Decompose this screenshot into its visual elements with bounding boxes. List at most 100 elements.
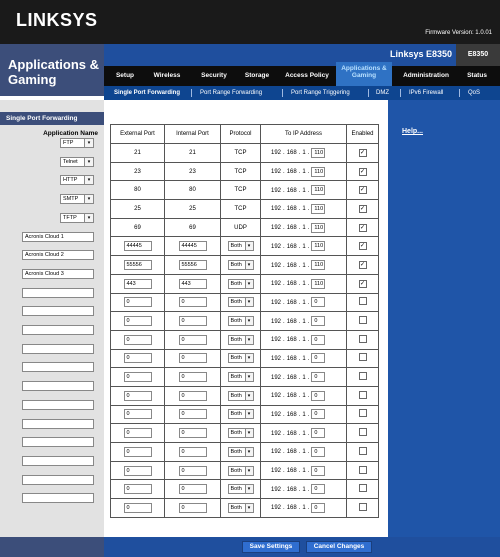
external-port-input[interactable]: 0 bbox=[123, 316, 152, 327]
internal-port-input[interactable]: 0 bbox=[178, 409, 207, 420]
ip-last-octet-input[interactable]: 0 bbox=[311, 390, 326, 401]
enabled-checkbox[interactable] bbox=[358, 167, 367, 176]
protocol-select[interactable]: Both ▾ bbox=[227, 334, 254, 345]
subtab-port-range-triggering[interactable]: Port Range Triggering bbox=[291, 86, 350, 100]
subtab-single-port-forwarding[interactable]: Single Port Forwarding bbox=[114, 86, 180, 100]
ip-last-octet-input[interactable]: 110 bbox=[311, 278, 326, 289]
enabled-checkbox[interactable] bbox=[358, 242, 367, 251]
internal-port-input[interactable]: 0 bbox=[178, 372, 207, 383]
application-name-input[interactable] bbox=[22, 493, 94, 504]
application-select[interactable]: SMTP ▾ bbox=[60, 194, 94, 205]
application-name-input[interactable] bbox=[22, 455, 94, 466]
ip-last-octet-input[interactable]: 110 bbox=[311, 185, 326, 196]
external-port-input[interactable]: 0 bbox=[123, 334, 152, 345]
enabled-checkbox[interactable] bbox=[358, 223, 367, 232]
ip-last-octet-input[interactable]: 110 bbox=[311, 259, 326, 270]
tab-access-policy[interactable]: Access Policy bbox=[282, 66, 332, 86]
enabled-checkbox[interactable] bbox=[358, 409, 367, 418]
protocol-select[interactable]: Both ▾ bbox=[227, 297, 254, 308]
protocol-select[interactable]: Both ▾ bbox=[227, 409, 254, 420]
protocol-select[interactable]: Both ▾ bbox=[227, 390, 254, 401]
save-settings-button[interactable]: Save Settings bbox=[242, 541, 300, 553]
ip-last-octet-input[interactable]: 110 bbox=[311, 147, 326, 158]
external-port-input[interactable]: 0 bbox=[123, 428, 152, 439]
application-name-input[interactable] bbox=[22, 399, 94, 410]
ip-last-octet-input[interactable]: 0 bbox=[311, 502, 326, 513]
enabled-checkbox[interactable] bbox=[358, 465, 367, 474]
protocol-select[interactable]: Both ▾ bbox=[227, 502, 254, 513]
application-name-input[interactable]: Acronis Cloud 2 bbox=[22, 250, 94, 261]
application-name-input[interactable] bbox=[22, 306, 94, 317]
ip-last-octet-input[interactable]: 0 bbox=[311, 316, 326, 327]
enabled-checkbox[interactable] bbox=[358, 260, 367, 269]
ip-last-octet-input[interactable]: 0 bbox=[311, 372, 326, 383]
internal-port-input[interactable]: 0 bbox=[178, 465, 207, 476]
enabled-checkbox[interactable] bbox=[358, 279, 367, 288]
enabled-checkbox[interactable] bbox=[358, 186, 367, 195]
external-port-input[interactable]: 0 bbox=[123, 353, 152, 364]
external-port-input[interactable]: 0 bbox=[123, 372, 152, 383]
application-select[interactable]: HTTP ▾ bbox=[60, 175, 94, 186]
application-name-input[interactable] bbox=[22, 381, 94, 392]
subtab-dmz[interactable]: DMZ bbox=[376, 86, 389, 100]
application-name-input[interactable] bbox=[22, 287, 94, 298]
application-name-input[interactable]: Acronis Cloud 1 bbox=[22, 231, 94, 242]
internal-port-input[interactable]: 44445 bbox=[178, 241, 207, 252]
protocol-select[interactable]: Both ▾ bbox=[227, 446, 254, 457]
internal-port-input[interactable]: 55556 bbox=[178, 259, 207, 270]
enabled-checkbox[interactable] bbox=[358, 297, 367, 306]
application-select[interactable]: Telnet ▾ bbox=[60, 156, 94, 167]
tab-administration[interactable]: Administration bbox=[398, 66, 454, 86]
protocol-select[interactable]: Both ▾ bbox=[227, 372, 254, 383]
external-port-input[interactable]: 0 bbox=[123, 409, 152, 420]
external-port-input[interactable]: 0 bbox=[123, 297, 152, 308]
application-name-input[interactable] bbox=[22, 362, 94, 373]
ip-last-octet-input[interactable]: 0 bbox=[311, 334, 326, 345]
internal-port-input[interactable]: 0 bbox=[178, 353, 207, 364]
cancel-changes-button[interactable]: Cancel Changes bbox=[306, 541, 372, 553]
enabled-checkbox[interactable] bbox=[358, 316, 367, 325]
ip-last-octet-input[interactable]: 0 bbox=[311, 465, 326, 476]
application-name-input[interactable] bbox=[22, 325, 94, 335]
external-port-input[interactable]: 44445 bbox=[123, 241, 152, 252]
enabled-checkbox[interactable] bbox=[358, 446, 367, 455]
enabled-checkbox[interactable] bbox=[358, 372, 367, 381]
ip-last-octet-input[interactable]: 0 bbox=[311, 297, 326, 308]
ip-last-octet-input[interactable]: 110 bbox=[311, 166, 326, 177]
internal-port-input[interactable]: 0 bbox=[178, 297, 207, 308]
enabled-checkbox[interactable] bbox=[358, 428, 367, 437]
help-link[interactable]: Help... bbox=[402, 128, 423, 135]
internal-port-input[interactable]: 0 bbox=[178, 390, 207, 401]
ip-last-octet-input[interactable]: 0 bbox=[311, 428, 326, 439]
protocol-select[interactable]: Both ▾ bbox=[227, 241, 254, 252]
enabled-checkbox[interactable] bbox=[358, 502, 367, 511]
tab-status[interactable]: Status bbox=[462, 66, 492, 86]
enabled-checkbox[interactable] bbox=[358, 353, 367, 362]
internal-port-input[interactable]: 0 bbox=[178, 334, 207, 345]
tab-storage[interactable]: Storage bbox=[242, 66, 272, 86]
ip-last-octet-input[interactable]: 0 bbox=[311, 409, 326, 420]
enabled-checkbox[interactable] bbox=[358, 204, 367, 213]
application-name-input[interactable] bbox=[22, 474, 94, 485]
external-port-input[interactable]: 0 bbox=[123, 446, 152, 457]
protocol-select[interactable]: Both ▾ bbox=[227, 465, 254, 476]
application-select[interactable]: FTP ▾ bbox=[60, 138, 94, 148]
ip-last-octet-input[interactable]: 110 bbox=[311, 222, 326, 233]
internal-port-input[interactable]: 0 bbox=[178, 428, 207, 439]
ip-last-octet-input[interactable]: 110 bbox=[311, 203, 326, 214]
external-port-input[interactable]: 0 bbox=[123, 390, 152, 401]
enabled-checkbox[interactable] bbox=[358, 148, 367, 157]
subtab-port-range-forwarding[interactable]: Port Range Forwarding bbox=[200, 86, 262, 100]
application-select[interactable]: TFTP ▾ bbox=[60, 212, 94, 223]
external-port-input[interactable]: 55556 bbox=[123, 259, 152, 270]
ip-last-octet-input[interactable]: 0 bbox=[311, 446, 326, 457]
internal-port-input[interactable]: 443 bbox=[178, 278, 207, 289]
tab-setup[interactable]: Setup bbox=[112, 66, 138, 86]
enabled-checkbox[interactable] bbox=[358, 484, 367, 493]
external-port-input[interactable]: 443 bbox=[123, 278, 152, 289]
tab-security[interactable]: Security bbox=[198, 66, 230, 86]
external-port-input[interactable]: 0 bbox=[123, 502, 152, 513]
internal-port-input[interactable]: 0 bbox=[178, 502, 207, 513]
external-port-input[interactable]: 0 bbox=[123, 484, 152, 495]
application-name-input[interactable] bbox=[22, 343, 94, 354]
